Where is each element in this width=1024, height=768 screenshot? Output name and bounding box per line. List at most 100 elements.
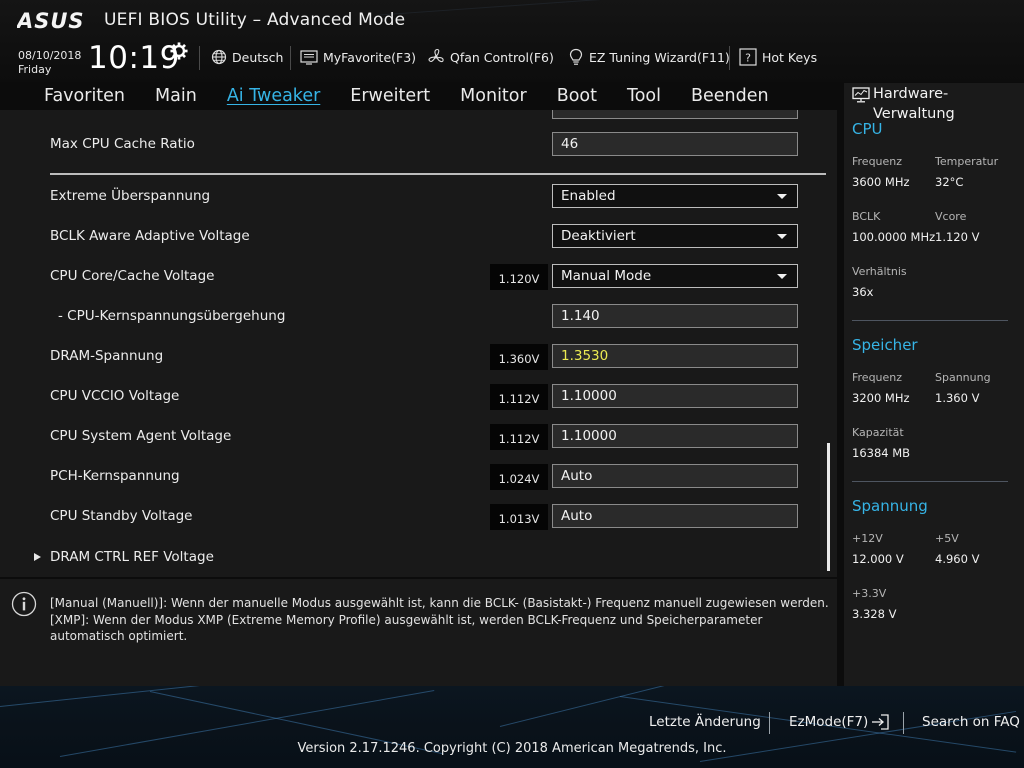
footer-bar: Letzte Änderung EzMode(F7) Search on FAQ… <box>0 686 1024 768</box>
memory-capacity-value: 16384 MB <box>852 446 911 460</box>
ez-tuning-wizard-button[interactable]: EZ Tuning Wizard(F11) <box>568 46 730 68</box>
hot-keys-button[interactable]: ? Hot Keys <box>739 46 817 68</box>
exit-arrow-icon <box>872 714 889 730</box>
extreme-overvoltage-select[interactable]: Enabled <box>552 184 798 208</box>
previous-setting-field[interactable] <box>552 110 798 119</box>
asus-logo: ASUS <box>17 9 85 33</box>
setting-label: CPU Standby Voltage <box>50 508 193 524</box>
memory-frequency-value: 3200 MHz <box>852 391 910 405</box>
memory-voltage-label: Spannung <box>935 371 991 384</box>
setting-row-cpu-system-agent[interactable]: CPU System Agent Voltage 1.112V 1.10000 <box>0 418 837 458</box>
memory-voltage-value: 1.360 V <box>935 391 980 405</box>
pch-core-input[interactable]: Auto <box>552 464 798 488</box>
tab-favoriten[interactable]: Favoriten <box>44 86 125 106</box>
submenu-dram-ctrl-ref[interactable]: DRAM CTRL REF Voltage <box>0 539 837 577</box>
myfavorite-label: MyFavorite(F3) <box>323 49 417 65</box>
day-display: Friday <box>18 63 52 76</box>
ez-tuning-wizard-label: EZ Tuning Wizard(F11) <box>589 49 730 65</box>
section-divider <box>852 320 1008 321</box>
cpu-temperature-label: Temperatur <box>935 155 999 168</box>
setting-label: DRAM-Spannung <box>50 348 164 364</box>
voltage-reading: 1.360V <box>490 344 548 370</box>
v33-label: +3.3V <box>852 587 887 600</box>
v12-label: +12V <box>852 532 883 545</box>
voltage-reading: 1.013V <box>490 504 548 530</box>
bclk-aware-select[interactable]: Deaktiviert <box>552 224 798 248</box>
scrollbar-thumb[interactable] <box>827 443 830 571</box>
chevron-down-icon <box>777 194 787 199</box>
setting-row-extreme-overvoltage[interactable]: Extreme Überspannung Enabled <box>0 178 837 218</box>
help-icon: ? <box>739 48 757 66</box>
cpu-standby-input[interactable]: Auto <box>552 504 798 528</box>
cpu-section-heading: CPU <box>852 120 883 138</box>
app-title: UEFI BIOS Utility – Advanced Mode <box>104 10 406 30</box>
fan-icon <box>428 48 444 63</box>
chevron-down-icon <box>777 274 787 279</box>
v5-value: 4.960 V <box>935 552 980 566</box>
ezmode-button[interactable]: EzMode(F7) <box>789 714 889 730</box>
clock-display[interactable]: 10:19 <box>88 40 180 76</box>
tab-monitor[interactable]: Monitor <box>460 86 527 106</box>
cpu-vcore-label: Vcore <box>935 210 967 223</box>
svg-text:?: ? <box>745 52 751 65</box>
voltage-reading: 1.024V <box>490 464 548 490</box>
setting-row-pch-core[interactable]: PCH-Kernspannung 1.024V Auto <box>0 458 837 498</box>
setting-row-cpu-core-cache-voltage[interactable]: CPU Core/Cache Voltage 1.120V Manual Mod… <box>0 258 837 298</box>
submenu-label: DRAM CTRL REF Voltage <box>50 549 214 565</box>
setting-row-cpu-standby[interactable]: CPU Standby Voltage 1.013V Auto <box>0 498 837 538</box>
monitor-icon <box>852 87 870 103</box>
toolbar-separator <box>290 46 291 70</box>
v5-label: +5V <box>935 532 959 545</box>
cpu-frequency-label: Frequenz <box>852 155 903 168</box>
cpu-vcore-value: 1.120 V <box>935 230 980 244</box>
help-description-bar: [Manual (Manuell)]: Wenn der manuelle Mo… <box>0 579 837 686</box>
chevron-down-icon <box>777 234 787 239</box>
svg-text:ASUS: ASUS <box>17 9 85 33</box>
setting-row-bclk-aware[interactable]: BCLK Aware Adaptive Voltage Deaktiviert <box>0 218 837 258</box>
title-bar: ASUS UEFI BIOS Utility – Advanced Mode 0… <box>0 0 1024 82</box>
cpu-ratio-value: 36x <box>852 285 874 299</box>
dram-voltage-input[interactable]: 1.3530 <box>552 344 798 368</box>
hardware-monitor-panel: Hardware-Verwaltung CPU Frequenz Tempera… <box>844 83 1024 686</box>
copyright-text: Version 2.17.1246. Copyright (C) 2018 Am… <box>297 741 727 756</box>
setting-label: BCLK Aware Adaptive Voltage <box>50 228 250 244</box>
setting-row-cpu-vccio[interactable]: CPU VCCIO Voltage 1.112V 1.10000 <box>0 378 837 418</box>
max-cpu-cache-ratio-input[interactable]: 46 <box>552 132 798 156</box>
globe-icon <box>211 49 227 65</box>
voltage-reading: 1.120V <box>490 264 548 290</box>
myfavorite-button[interactable]: MyFavorite(F3) <box>300 46 416 68</box>
qfan-control-button[interactable]: Qfan Control(F6) <box>427 46 554 68</box>
cpu-vccio-input[interactable]: 1.10000 <box>552 384 798 408</box>
help-text-line: [XMP]: Wenn der Modus XMP (Extreme Memor… <box>50 612 763 644</box>
gear-icon[interactable] <box>170 42 188 60</box>
main-menu: Favoriten Main Ai Tweaker Erweitert Moni… <box>0 82 837 110</box>
memory-capacity-label: Kapazität <box>852 426 904 439</box>
tab-erweitert[interactable]: Erweitert <box>350 86 430 106</box>
cpu-bclk-value: 100.0000 MHz <box>852 230 936 244</box>
setting-label: PCH-Kernspannung <box>50 468 180 484</box>
setting-label: Max CPU Cache Ratio <box>50 136 195 152</box>
setting-label: Extreme Überspannung <box>50 188 211 204</box>
tab-main[interactable]: Main <box>155 86 197 106</box>
footer-separator <box>769 712 770 734</box>
memory-frequency-label: Frequenz <box>852 371 903 384</box>
voltage-reading: 1.112V <box>490 384 548 410</box>
tab-tool[interactable]: Tool <box>627 86 661 106</box>
language-button[interactable]: Deutsch <box>211 46 283 68</box>
setting-row-cpu-core-override[interactable]: - CPU-Kernspannungsübergehung 1.140 <box>0 298 837 338</box>
search-faq-button[interactable]: Search on FAQ <box>922 714 1020 730</box>
tab-boot[interactable]: Boot <box>557 86 597 106</box>
tab-beenden[interactable]: Beenden <box>691 86 769 106</box>
setting-label: CPU System Agent Voltage <box>50 428 232 444</box>
cpu-temperature-value: 32°C <box>935 175 964 189</box>
toolbar-separator <box>199 46 200 70</box>
cpu-system-agent-input[interactable]: 1.10000 <box>552 424 798 448</box>
cpu-core-override-input[interactable]: 1.140 <box>552 304 798 328</box>
tab-ai-tweaker[interactable]: Ai Tweaker <box>227 86 320 106</box>
cpu-core-cache-voltage-select[interactable]: Manual Mode <box>552 264 798 288</box>
help-text: [Manual (Manuell)]: Wenn der manuelle Mo… <box>50 595 830 645</box>
last-change-button[interactable]: Letzte Änderung <box>649 714 761 730</box>
setting-row-dram-voltage[interactable]: DRAM-Spannung 1.360V 1.3530 <box>0 338 837 378</box>
date-display: 08/10/2018 <box>18 49 82 62</box>
setting-row-max-cpu-cache-ratio[interactable]: Max CPU Cache Ratio 46 <box>0 126 837 166</box>
